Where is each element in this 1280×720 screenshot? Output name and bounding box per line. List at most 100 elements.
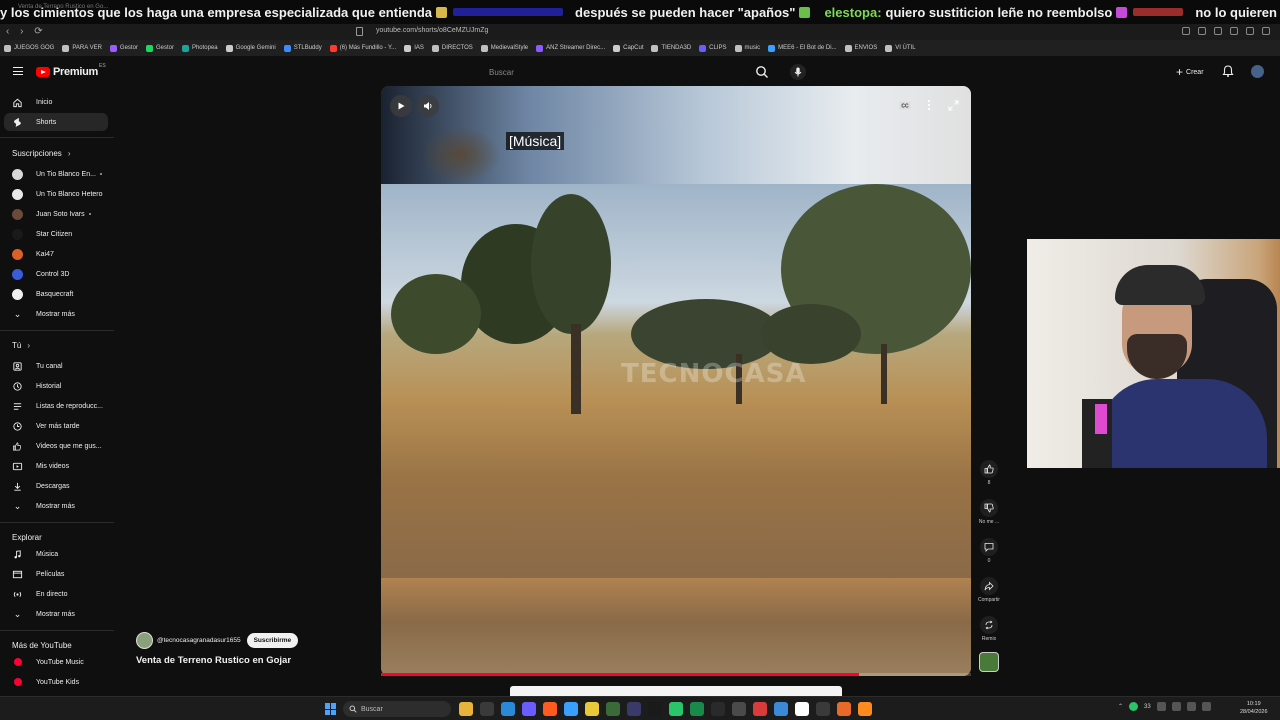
browser-nav-icons[interactable]: ‹ › ⟳ [6,26,47,37]
sidebar-item-download[interactable]: Descargas [4,477,108,495]
taskbar-search[interactable]: Buscar [343,701,451,717]
taskbar-app-icon[interactable] [774,702,788,716]
bookmark-item[interactable]: IAS [404,44,424,52]
channel-handle[interactable]: @tecnocasagranadasur1655 [157,637,241,644]
account-avatar[interactable] [1251,65,1264,78]
sidebar-subscription-item[interactable]: Control 3D [4,265,108,283]
tray-up-icon[interactable]: ⌃ [1118,703,1123,710]
extension-icon[interactable] [1230,27,1238,35]
play-button[interactable] [390,95,412,117]
bookmark-item[interactable]: MedievalStyle [480,44,528,52]
sidebar-subscription-item[interactable]: Basquecraft [4,285,108,303]
taskbar-app-icon[interactable] [816,702,830,716]
bookmark-item[interactable]: TIENDA3D [651,44,691,52]
bookmark-item[interactable]: Gestor [109,44,138,52]
taskbar-app-icon[interactable] [795,702,809,716]
bookmark-item[interactable]: Google Gemini [225,44,276,52]
bookmark-item[interactable]: Photopea [181,44,218,52]
tray-app-icon[interactable] [1156,702,1166,711]
more-options-button[interactable] [921,97,937,113]
video-progress-bar[interactable] [381,673,971,676]
bookmark-icon[interactable] [356,27,363,36]
volume-icon[interactable] [1186,702,1196,711]
network-icon[interactable] [1171,702,1181,711]
sidebar-item-shorts[interactable]: Shorts [4,113,108,131]
sidebar-item-my-videos[interactable]: Mis videos [4,457,108,475]
taskbar-app-icon[interactable] [480,702,494,716]
taskbar-app-icon[interactable] [606,702,620,716]
taskbar-app-icon[interactable] [585,702,599,716]
taskbar-app-icon[interactable] [753,702,767,716]
bookmark-item[interactable]: music [734,44,760,52]
taskbar-app-icon[interactable] [669,702,683,716]
extension-icon[interactable] [1246,27,1254,35]
subscribe-button[interactable]: Suscribirme [246,633,299,648]
microphone-icon[interactable] [790,64,806,80]
audio-source-thumbnail[interactable] [979,652,999,672]
youtube-premium-logo[interactable]: Premium ES [36,63,106,78]
extension-icon[interactable] [1182,27,1190,35]
notifications-bell-icon[interactable] [1221,64,1235,78]
sidebar-subscription-item[interactable]: Juan Soto Ivars [4,205,108,223]
bookmark-item[interactable]: MEE6 - El Bot de Di... [768,44,837,52]
taskbar-app-icon[interactable] [522,702,536,716]
taskbar-app-icon[interactable] [648,702,662,716]
sidebar-item-like[interactable]: Videos que me gus... [4,437,108,455]
sidebar-item-playlist[interactable]: Listas de reproducc... [4,397,108,415]
create-button[interactable]: + Crear [1170,63,1210,81]
subscriptions-heading[interactable]: Suscripciones › [12,149,70,158]
sidebar-subscription-item[interactable]: Un Tio Blanco En... [4,165,108,183]
bookmark-item[interactable]: Gestor [145,44,174,52]
sidebar-item-music[interactable]: Música [4,545,108,563]
sidebar-item-live[interactable]: En directo [4,585,108,603]
extension-icon[interactable] [1198,27,1206,35]
taskbar-app-icon[interactable] [690,702,704,716]
bookmark-item[interactable]: CapCut [613,44,643,52]
taskbar-app-icon[interactable] [858,702,872,716]
bookmark-item[interactable]: CLIPS [699,44,727,52]
taskbar-app-icon[interactable] [459,702,473,716]
channel-avatar[interactable] [136,632,153,649]
bookmark-item[interactable]: STLBuddy [283,44,322,52]
menu-icon[interactable] [13,67,23,75]
sidebar-item-movies[interactable]: Películas [4,565,108,583]
comments-button[interactable]: 0 [974,538,1004,564]
address-bar[interactable]: youtube.com/shorts/o8CeMZUJmZg [376,27,488,34]
like-button[interactable]: 8 [974,460,1004,486]
taskbar-app-icon[interactable] [543,702,557,716]
search-input[interactable] [483,62,747,82]
explore-show-more[interactable]: ⌄ Mostrar más [4,605,108,623]
bookmark-item[interactable]: ANZ Streamer Direc... [536,44,605,52]
volume-button[interactable] [417,95,439,117]
bookmark-item[interactable]: (6) Más Fundillo - Y... [329,44,396,52]
sidebar-subscription-item[interactable]: Kai47 [4,245,108,263]
sidebar-item-youtube-app[interactable]: YouTube Kids [4,673,108,691]
taskbar-app-icon[interactable] [564,702,578,716]
browser-tab-title[interactable]: Venta de Terreno Rustico en Go... [18,4,108,10]
fullscreen-button[interactable] [945,97,961,113]
you-show-more[interactable]: ⌄ Mostrar más [4,497,108,515]
extension-icon[interactable] [1214,27,1222,35]
sidebar-item-youtube-app[interactable]: YouTube Music [4,653,108,671]
sidebar-item-home[interactable]: Inicio [4,93,108,111]
sidebar-item-history[interactable]: Historial [4,377,108,395]
taskbar-app-icon[interactable] [501,702,515,716]
sidebar-subscription-item[interactable]: Star Citizen [4,225,108,243]
windows-start-icon[interactable] [325,703,337,715]
bookmark-item[interactable]: VI ÚTIL [885,44,916,52]
you-heading[interactable]: Tú › [12,341,30,350]
bookmark-item[interactable]: DIRECTOS [431,44,473,52]
sidebar-item-clock[interactable]: Ver más tarde [4,417,108,435]
remix-button[interactable]: Remix [974,616,1004,642]
sidebar-item-channel[interactable]: Tu canal [4,357,108,375]
taskbar-app-icon[interactable] [837,702,851,716]
tray-app-icon[interactable] [1129,702,1139,711]
extension-icon[interactable] [1262,27,1270,35]
search-icon[interactable] [755,65,769,79]
subscriptions-show-more[interactable]: ⌄ Mostrar más [4,305,108,323]
shorts-video-player[interactable]: TECNOCASA CC [Música] [381,86,971,676]
dislike-button[interactable]: No me ... [974,499,1004,525]
share-button[interactable]: Compartir [974,577,1004,603]
bookmark-item[interactable]: PARA VER [62,44,102,52]
bookmark-item[interactable]: JUEGOS GOG [4,44,54,52]
